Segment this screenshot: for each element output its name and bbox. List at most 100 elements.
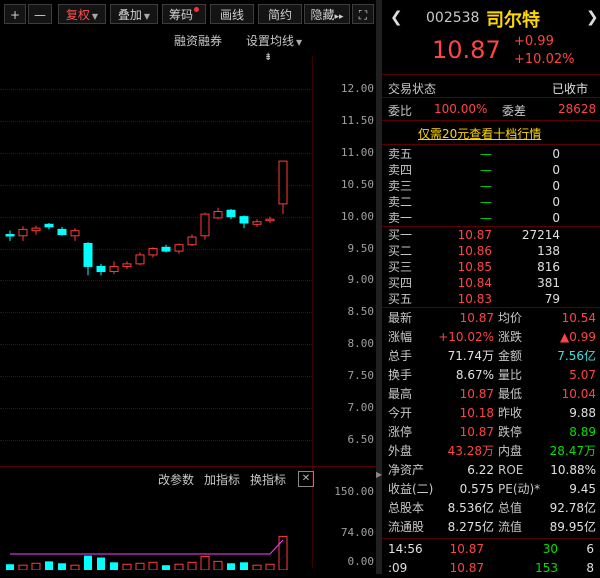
prev-stock-icon[interactable]: ❮	[390, 8, 403, 26]
stat-value: 10.87	[459, 311, 494, 325]
candle-body	[135, 254, 145, 265]
switch-indicator-button[interactable]: 换指标	[250, 471, 286, 488]
price-change-pct: +10.02%	[514, 52, 575, 67]
ten-level-promo-link[interactable]: 仅需20元查看十档行情	[418, 125, 541, 142]
volume-bar	[70, 564, 80, 570]
volume-bar	[84, 555, 92, 570]
tick-row: :09 10.87 153 8	[382, 559, 600, 578]
stats-row: 总手 71.74万 金额 7.56亿	[382, 347, 600, 366]
stats-row: 涨幅 +10.02% 涨跌 ▲0.99	[382, 328, 600, 347]
stat-label: 涨跌	[498, 330, 523, 344]
stock-code: 002538	[426, 10, 480, 26]
double-arrow-icon: ▸▸	[334, 12, 344, 22]
buy-level-row[interactable]: 买五 10.83 79	[382, 291, 600, 307]
stat-label: 昨收	[498, 406, 523, 420]
level-name: 买二	[388, 244, 413, 258]
candle	[5, 230, 15, 241]
volume-bar	[278, 535, 288, 570]
buy-level-row[interactable]: 买一 10.87 27214	[382, 227, 600, 243]
level-volume: 0	[552, 211, 560, 225]
axis-separator	[312, 56, 313, 568]
stat-value: +10.02%	[438, 330, 494, 344]
stats-row: 最新 10.87 均价 10.54	[382, 309, 600, 328]
candle-body	[70, 230, 80, 237]
candle	[278, 160, 288, 215]
candle-body	[122, 263, 132, 267]
candlestick-svg	[5, 160, 288, 276]
level-name: 买五	[388, 292, 413, 306]
price-tick-label: 7.00	[347, 401, 375, 415]
volume-tick-label: 0.00	[347, 555, 375, 568]
level-volume: 27214	[521, 228, 560, 242]
stat-value: 10.87	[459, 387, 494, 401]
candle-body	[161, 246, 171, 252]
candle-body	[109, 265, 119, 273]
price-tick-label: 8.50	[347, 305, 375, 319]
tick-price: 10.87	[449, 561, 484, 575]
sell-level-row[interactable]: 卖五 — 0	[382, 146, 600, 162]
expand-icon[interactable]: ⛶	[352, 4, 374, 24]
volume-bar	[162, 565, 170, 570]
next-stock-icon[interactable]: ❯	[586, 8, 599, 26]
candle	[57, 226, 67, 236]
price-tick-label: 11.00	[340, 145, 374, 159]
divider	[382, 307, 600, 308]
stat-value: 9.88	[569, 406, 596, 420]
level-volume: 138	[537, 244, 560, 258]
candle-body	[18, 228, 28, 237]
level-volume: 0	[552, 147, 560, 161]
stats-row: 最高 10.87 最低 10.04	[382, 385, 600, 404]
latest-price: 10.87	[432, 36, 501, 64]
candle-body	[278, 160, 288, 205]
candle	[109, 261, 119, 275]
price-tick-label: 11.50	[340, 113, 374, 127]
sell-level-row[interactable]: 卖一 — 0	[382, 210, 600, 226]
close-icon[interactable]: ✕	[298, 471, 314, 487]
candle-body	[187, 236, 197, 246]
subchart-divider	[0, 466, 376, 467]
stat-value: 10.88%	[550, 463, 596, 477]
stat-value: 89.95亿	[549, 520, 596, 534]
weicha-label: 委差	[502, 104, 527, 118]
volume-bar	[6, 564, 14, 570]
buy-level-row[interactable]: 买三 10.85 816	[382, 259, 600, 275]
level-price: 10.87	[457, 228, 492, 242]
candle-body	[83, 242, 93, 267]
candle	[174, 243, 184, 254]
sell-level-row[interactable]: 卖二 — 0	[382, 194, 600, 210]
stats-row: 总股本 8.536亿 总值 92.78亿	[382, 499, 600, 518]
price-tick-label: 9.00	[347, 273, 375, 287]
price-change: +0.99	[514, 34, 554, 49]
tick-count: 8	[586, 561, 594, 575]
price-tick-label: 7.50	[347, 369, 375, 383]
stat-label: 最高	[388, 387, 413, 401]
level-price: —	[480, 211, 492, 225]
tick-volume: 30	[542, 542, 558, 556]
tick-row: 14:56 10.87 30 6	[382, 540, 600, 559]
sell-level-row[interactable]: 卖四 — 0	[382, 162, 600, 178]
buy-level-row[interactable]: 买四 10.84 381	[382, 275, 600, 291]
buy-level-row[interactable]: 买二 10.86 138	[382, 243, 600, 259]
volume-bar	[200, 556, 210, 570]
sell-level-row[interactable]: 卖三 — 0	[382, 178, 600, 194]
add-indicator-button[interactable]: 加指标	[204, 471, 240, 488]
candle	[226, 208, 236, 220]
level-name: 卖四	[388, 163, 413, 177]
stat-value: 10.04	[561, 387, 596, 401]
stat-label: 总手	[388, 349, 413, 363]
candle-body	[148, 248, 158, 256]
level-price: 10.85	[457, 260, 492, 274]
stats-row: 换手 8.67% 量比 5.07	[382, 366, 600, 385]
level-volume: 79	[544, 292, 560, 306]
level-volume: 381	[537, 276, 560, 290]
stats-row: 净资产 6.22 ROE 10.88%	[382, 461, 600, 480]
stats-row: 收益(二) 0.575 PE(动)* 9.45	[382, 480, 600, 499]
candle-body	[200, 213, 210, 237]
volume-bar	[135, 562, 145, 570]
volume-ma-line	[10, 539, 284, 555]
candle	[200, 212, 210, 240]
stat-value: 8.89	[569, 425, 596, 439]
price-tick-label: 12.00	[340, 82, 374, 95]
level-name: 卖二	[388, 195, 413, 209]
edit-params-button[interactable]: 改参数	[158, 471, 194, 488]
